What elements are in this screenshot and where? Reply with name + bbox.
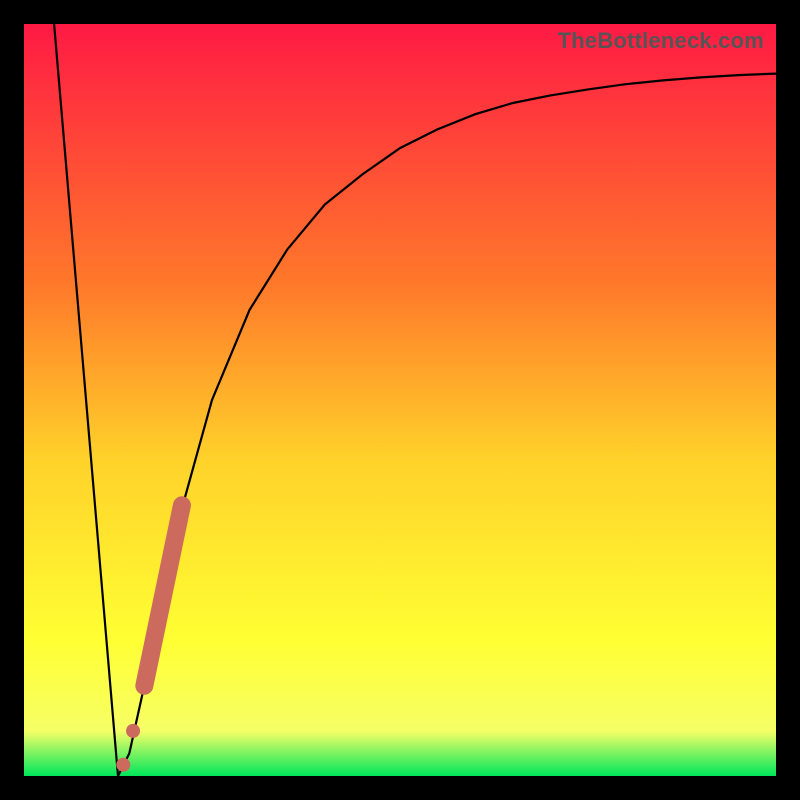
chart-svg — [24, 24, 776, 776]
highlight-dot-2 — [116, 758, 130, 772]
chart-frame: TheBottleneck.com — [0, 0, 800, 800]
gradient-background — [24, 24, 776, 776]
plot-area: TheBottleneck.com — [24, 24, 776, 776]
watermark-text: TheBottleneck.com — [558, 28, 764, 54]
highlight-dot-1 — [126, 724, 140, 738]
